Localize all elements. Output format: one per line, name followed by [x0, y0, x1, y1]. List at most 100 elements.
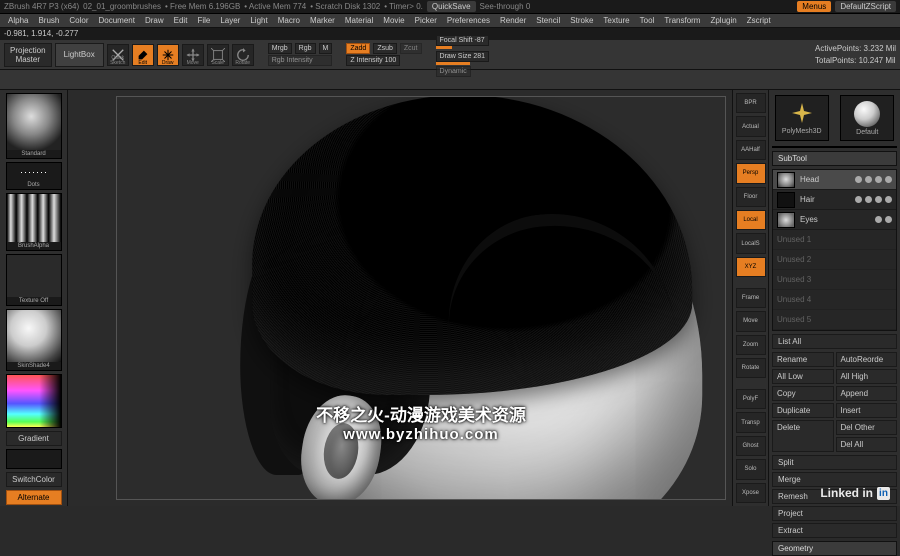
tool-polymesh3d[interactable]: PolyMesh3D — [775, 95, 829, 141]
insert-button[interactable]: Insert — [836, 403, 898, 418]
canvas-area[interactable]: 不移之火-动漫游戏美术资源 www.byzhihuo.com — [68, 90, 732, 506]
menu-stroke[interactable]: Stroke — [566, 15, 597, 26]
subtool-row-eyes[interactable]: Eyes — [773, 210, 896, 230]
visibility-toggles[interactable] — [855, 176, 892, 183]
menu-tool[interactable]: Tool — [636, 15, 659, 26]
duplicate-button[interactable]: Duplicate — [772, 403, 834, 418]
switchcolor-button[interactable]: SwitchColor — [6, 472, 62, 487]
xpose-button[interactable]: Xpose — [736, 483, 766, 503]
projection-master[interactable]: Projection Master — [4, 43, 52, 67]
menu-marker[interactable]: Marker — [306, 15, 339, 26]
lightbox-button[interactable]: LightBox — [55, 43, 104, 67]
quicksketch-button[interactable]: Quick Sketch — [107, 44, 129, 66]
alllow-button[interactable]: All Low — [772, 369, 834, 384]
rgb-intensity[interactable]: Rgb Intensity — [268, 55, 333, 66]
menu-render[interactable]: Render — [496, 15, 530, 26]
menu-transform[interactable]: Transform — [660, 15, 704, 26]
menu-light[interactable]: Light — [246, 15, 271, 26]
persp-button[interactable]: Persp — [736, 163, 766, 183]
menu-edit[interactable]: Edit — [170, 15, 192, 26]
menu-brush[interactable]: Brush — [34, 15, 63, 26]
listall-button[interactable]: List All — [772, 334, 897, 349]
allhigh-button[interactable]: All High — [836, 369, 898, 384]
subtool-row-hair[interactable]: Hair — [773, 190, 896, 210]
transp-button[interactable]: Transp — [736, 412, 766, 432]
menu-movie[interactable]: Movie — [379, 15, 408, 26]
aahalf-button[interactable]: AAHalf — [736, 140, 766, 160]
delother-button[interactable]: Del Other — [836, 420, 898, 435]
cam-rotate-button[interactable]: Rotate — [736, 358, 766, 378]
frame-button[interactable]: Frame — [736, 288, 766, 308]
visibility-toggles[interactable] — [875, 216, 892, 223]
local-button[interactable]: Local — [736, 210, 766, 230]
mrgb-button[interactable]: Mrgb — [268, 43, 292, 54]
move-mode-button[interactable]: Move — [182, 44, 204, 66]
subtool-row-head[interactable]: Head — [773, 170, 896, 190]
geometry-header[interactable]: Geometry — [772, 541, 897, 556]
menu-zscript[interactable]: Zscript — [743, 15, 775, 26]
menu-texture[interactable]: Texture — [599, 15, 633, 26]
menu-stencil[interactable]: Stencil — [532, 15, 564, 26]
menu-macro[interactable]: Macro — [274, 15, 304, 26]
quicksave-button[interactable]: QuickSave — [427, 1, 476, 12]
rename-button[interactable]: Rename — [772, 352, 834, 367]
dynamic-toggle[interactable]: Dynamic — [436, 66, 471, 77]
zcut-button[interactable]: Zcut — [400, 43, 422, 54]
menu-zplugin[interactable]: Zplugin — [706, 15, 740, 26]
actual-button[interactable]: Actual — [736, 116, 766, 136]
rotate-mode-button[interactable]: Rotate — [232, 44, 254, 66]
gradient-button[interactable]: Gradient — [6, 431, 62, 446]
autoreorder-button[interactable]: AutoReorde — [836, 352, 898, 367]
ghost-button[interactable]: Ghost — [736, 436, 766, 456]
alpha-thumb[interactable]: BrushAlpha — [6, 193, 62, 251]
subtool-header[interactable]: SubTool — [772, 151, 897, 166]
menu-picker[interactable]: Picker — [411, 15, 441, 26]
material-thumb[interactable]: SkinShade4 — [6, 309, 62, 371]
texture-thumb[interactable]: Texture Off — [6, 254, 62, 306]
polyframe-button[interactable]: PolyF — [736, 389, 766, 409]
menus-toggle[interactable]: Menus — [797, 1, 831, 12]
delete-button[interactable]: Delete — [772, 420, 834, 452]
project-button[interactable]: Project — [772, 506, 897, 521]
menu-color[interactable]: Color — [65, 15, 92, 26]
localsym-button[interactable]: LocalS — [736, 233, 766, 253]
append-button[interactable]: Append — [836, 386, 898, 401]
zadd-button[interactable]: Zadd — [346, 43, 370, 54]
zsub-button[interactable]: Zsub — [373, 43, 397, 54]
scale-mode-button[interactable]: Scale — [207, 44, 229, 66]
rgb-button[interactable]: Rgb — [295, 43, 316, 54]
cam-move-button[interactable]: Move — [736, 311, 766, 331]
floor-button[interactable]: Floor — [736, 187, 766, 207]
draw-size[interactable]: Draw Size 281 — [436, 51, 490, 62]
xyz-button[interactable]: XYZ — [736, 257, 766, 277]
cam-zoom-button[interactable]: Zoom — [736, 335, 766, 355]
split-button[interactable]: Split — [772, 455, 897, 470]
menu-alpha[interactable]: Alpha — [4, 15, 32, 26]
tool-default[interactable]: Default — [840, 95, 894, 141]
visibility-toggles[interactable] — [855, 196, 892, 203]
edit-mode-button[interactable]: Edit — [132, 44, 154, 66]
default-zscript[interactable]: DefaultZScript — [835, 1, 896, 12]
color-picker[interactable] — [6, 374, 62, 428]
tool-preview[interactable] — [772, 146, 897, 148]
solo-button[interactable]: Solo — [736, 459, 766, 479]
bpr-button[interactable]: BPR — [736, 93, 766, 113]
stroke-thumb[interactable]: Dots — [6, 162, 62, 190]
menu-layer[interactable]: Layer — [216, 15, 244, 26]
alternate-button[interactable]: Alternate — [6, 490, 62, 505]
menu-draw[interactable]: Draw — [141, 15, 168, 26]
copy-button[interactable]: Copy — [772, 386, 834, 401]
delall-button[interactable]: Del All — [836, 437, 898, 452]
z-intensity[interactable]: Z Intensity 100 — [346, 55, 400, 66]
menu-document[interactable]: Document — [95, 15, 139, 26]
m-button[interactable]: M — [319, 43, 333, 54]
extract-button[interactable]: Extract — [772, 523, 897, 538]
merge-button[interactable]: Merge — [772, 472, 897, 487]
draw-mode-button[interactable]: Draw — [157, 44, 179, 66]
brush-thumb[interactable]: Standard — [6, 93, 62, 159]
color-swatches[interactable] — [6, 449, 62, 469]
menu-material[interactable]: Material — [341, 15, 377, 26]
menu-preferences[interactable]: Preferences — [443, 15, 494, 26]
focal-shift[interactable]: Focal Shift -87 — [436, 35, 489, 46]
menu-file[interactable]: File — [193, 15, 214, 26]
